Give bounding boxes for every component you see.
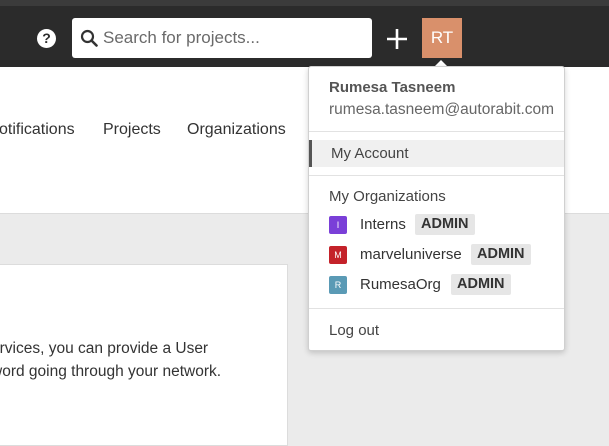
nav-item-notifications[interactable]: otifications (0, 121, 75, 139)
top-bar: ? RT (0, 0, 609, 67)
user-name: Rumesa Tasneem (329, 79, 456, 96)
divider (309, 175, 564, 176)
org-name: Interns (360, 216, 406, 233)
organizations-heading: My Organizations (329, 188, 446, 205)
org-avatar-icon: R (329, 276, 347, 294)
user-dropdown-menu: Rumesa Tasneem rumesa.tasneem@autorabit.… (308, 66, 565, 351)
admin-badge: ADMIN (415, 214, 475, 235)
org-item-rumesaorg[interactable]: R RumesaOrg ADMIN (329, 274, 559, 296)
divider (309, 131, 564, 132)
logout-link[interactable]: Log out (329, 322, 379, 339)
search-input[interactable] (103, 18, 365, 58)
divider (309, 308, 564, 309)
my-account-label: My Account (331, 145, 409, 162)
help-icon[interactable]: ? (37, 29, 56, 48)
nav-item-organizations[interactable]: Organizations (187, 121, 286, 139)
content-text-line-2: word going through your network. (0, 363, 222, 380)
content-text-line-1: ervices, you can provide a User (0, 340, 209, 357)
nav-item-projects[interactable]: Projects (103, 121, 161, 139)
org-item-interns[interactable]: I Interns ADMIN (329, 214, 559, 236)
org-name: marveluniverse (360, 246, 462, 263)
my-account-link[interactable]: My Account (309, 140, 564, 167)
search-box[interactable] (72, 18, 372, 58)
user-email: rumesa.tasneem@autorabit.com (329, 101, 555, 118)
search-icon (80, 29, 98, 47)
admin-badge: ADMIN (471, 244, 531, 265)
avatar[interactable]: RT (422, 18, 462, 58)
top-bar-edge (0, 0, 609, 6)
org-item-marveluniverse[interactable]: M marveluniverse ADMIN (329, 244, 559, 266)
content-card: ervices, you can provide a User word goi… (0, 264, 288, 446)
admin-badge: ADMIN (451, 274, 511, 295)
plus-icon[interactable] (384, 26, 410, 52)
org-avatar-icon: I (329, 216, 347, 234)
org-name: RumesaOrg (360, 276, 441, 293)
org-avatar-icon: M (329, 246, 347, 264)
